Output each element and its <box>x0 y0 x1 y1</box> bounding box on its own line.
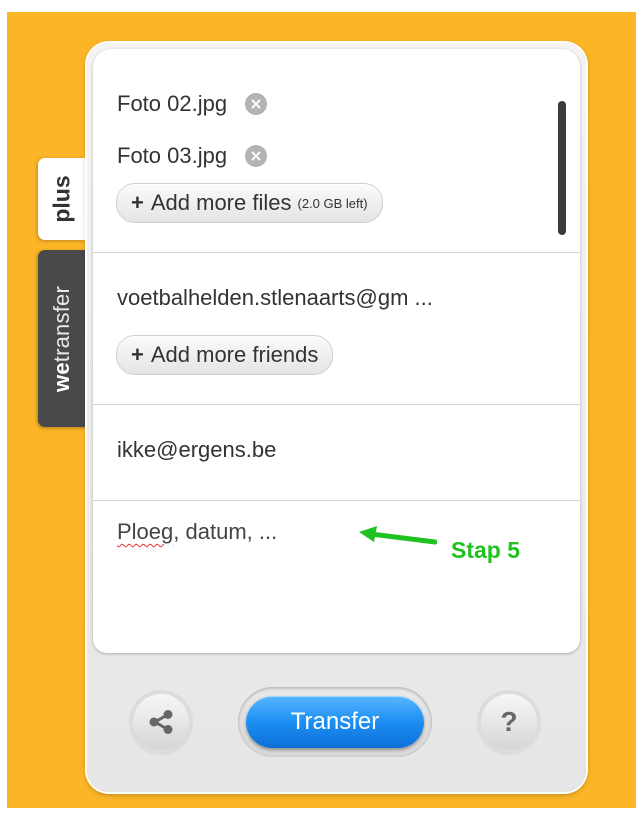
annotation-label: Stap 5 <box>451 537 521 563</box>
transfer-form: · · Foto 02.jpg Foto 03.jpg + Add more f… <box>93 49 580 653</box>
spellcheck-word: Ploeg <box>117 519 174 544</box>
wetransfer-logo: wetransfer <box>49 285 74 392</box>
transfer-panel: · · Foto 02.jpg Foto 03.jpg + Add more f… <box>87 43 586 792</box>
tab-plus-label: plus <box>48 175 75 223</box>
sender-email-field[interactable]: ikke@ergens.be <box>117 437 276 463</box>
add-more-friends-button[interactable]: + Add more friends <box>116 335 334 375</box>
transfer-button[interactable]: Transfer <box>246 696 424 748</box>
help-icon: ? <box>500 706 518 737</box>
tab-wetransfer[interactable]: wetransfer <box>38 250 86 427</box>
file-item: Foto 02.jpg <box>117 89 268 119</box>
green-arrow-annotation <box>359 526 437 545</box>
divider <box>93 252 580 253</box>
tab-plus[interactable]: plus <box>38 158 86 240</box>
message-field[interactable]: Ploeg, datum, ... <box>117 519 277 545</box>
message-text: , datum, ... <box>173 519 278 544</box>
divider <box>93 404 580 405</box>
help-button[interactable]: ? <box>481 694 537 750</box>
file-name: Foto 03.jpg <box>117 143 228 168</box>
divider <box>93 500 580 501</box>
add-more-files-button[interactable]: + Add more files (2.0 GB left) <box>116 183 383 223</box>
remove-circle-icon[interactable] <box>245 145 268 167</box>
share-icon <box>149 710 173 734</box>
file-name: Foto 02.jpg <box>117 91 228 116</box>
plus-icon: + <box>131 342 144 367</box>
friend-email[interactable]: voetbalhelden.stlenaarts@gm ... <box>117 285 433 311</box>
file-item: Foto 03.jpg <box>117 141 268 171</box>
clipped-file-row: · · <box>117 49 138 59</box>
plus-icon: + <box>131 190 144 215</box>
add-more-friends-label: Add more friends <box>150 342 319 367</box>
space-left-label: (2.0 GB left) <box>297 195 368 211</box>
scrollbar-thumb[interactable] <box>558 101 566 235</box>
share-button[interactable] <box>133 694 189 750</box>
add-more-files-label: Add more files <box>150 190 292 215</box>
transfer-button-well: Transfer <box>238 687 432 757</box>
remove-circle-icon[interactable] <box>245 93 268 115</box>
